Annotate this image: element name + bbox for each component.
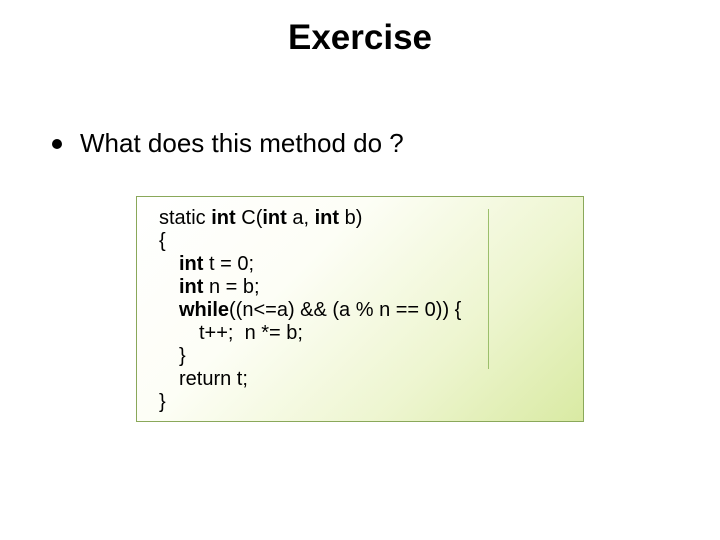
code-line-2: { [159,230,569,253]
bullet-icon [52,139,62,149]
slide-body: What does this method do ? [52,128,668,159]
slide: Exercise What does this method do ? stat… [0,0,720,540]
code-line-8: return t; [159,368,569,391]
code-line-7: } [159,345,569,368]
code-box: static int C(int a, int b) { int t = 0; … [136,196,584,422]
code-line-9: } [159,391,569,414]
code-divider [488,209,489,369]
code-line-4: int n = b; [159,276,569,299]
code-line-6: t++; n *= b; [159,322,569,345]
slide-title: Exercise [0,18,720,58]
code-line-3: int t = 0; [159,253,569,276]
bullet-item: What does this method do ? [52,128,668,159]
bullet-text: What does this method do ? [80,128,404,159]
code-line-5: while((n<=a) && (a % n == 0)) { [159,299,569,322]
code-line-1: static int C(int a, int b) [159,207,569,230]
